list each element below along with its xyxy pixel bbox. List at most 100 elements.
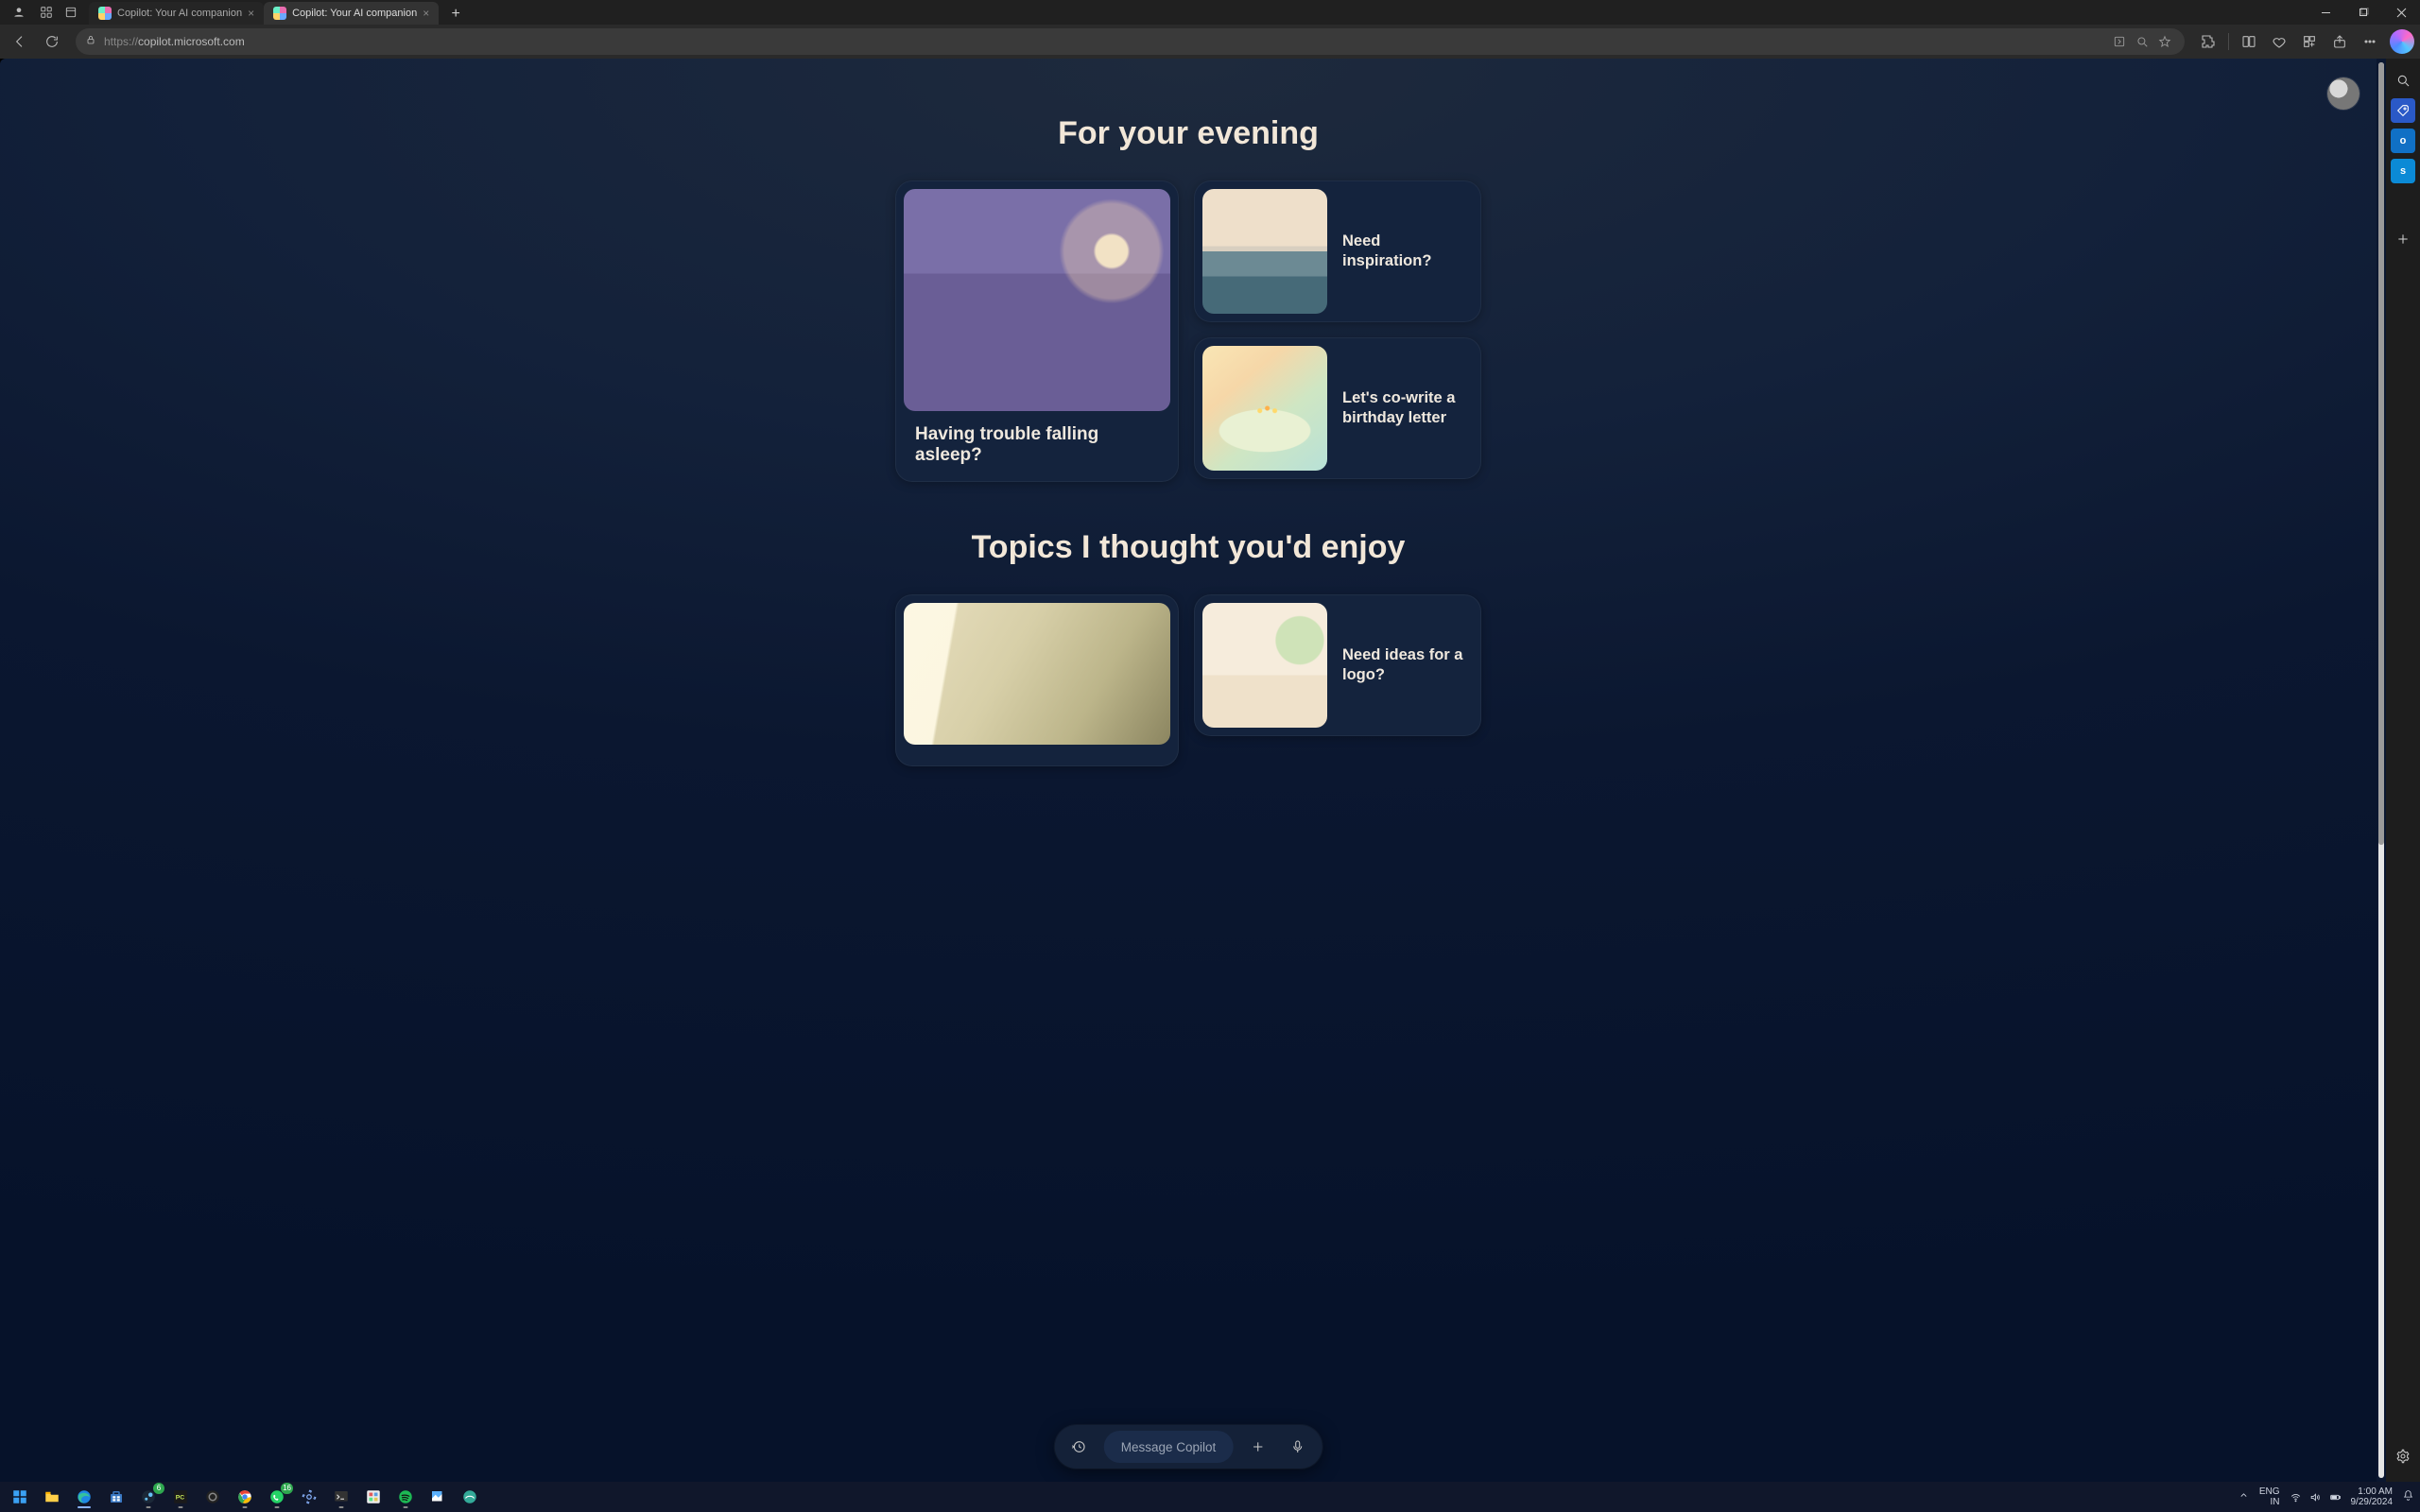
- taskbar-paint-icon[interactable]: [424, 1485, 452, 1509]
- taskbar-explorer-icon[interactable]: [38, 1485, 66, 1509]
- maximize-button[interactable]: [2344, 0, 2382, 25]
- card-topic-large[interactable]: [895, 594, 1179, 766]
- card-image-cake: [1202, 346, 1327, 471]
- taskbar-terminal-icon[interactable]: [327, 1485, 355, 1509]
- mic-icon[interactable]: [1282, 1432, 1312, 1462]
- share-icon[interactable]: [2325, 27, 2354, 56]
- card-title: Having trouble falling asleep?: [904, 424, 1170, 466]
- page-content: For your evening Having trouble falling …: [0, 59, 2377, 1482]
- sidebar-outlook-icon[interactable]: o: [2391, 129, 2415, 153]
- edge-sidebar: o s: [2386, 59, 2420, 1482]
- taskbar-app2-icon[interactable]: [456, 1485, 484, 1509]
- separator: [2228, 33, 2229, 50]
- close-window-button[interactable]: [2382, 0, 2420, 25]
- open-app-icon[interactable]: [2109, 31, 2130, 52]
- language-indicator[interactable]: ENG IN: [2259, 1486, 2280, 1507]
- tab-copilot-2[interactable]: Copilot: Your AI companion ×: [264, 2, 439, 25]
- tray-icons[interactable]: [2290, 1491, 2342, 1503]
- tray-overflow-icon[interactable]: [2238, 1489, 2250, 1504]
- profile-icon[interactable]: [9, 3, 28, 22]
- lock-icon[interactable]: [85, 33, 96, 50]
- svg-text:PC: PC: [176, 1494, 185, 1501]
- sidebar-add-icon[interactable]: [2391, 227, 2415, 251]
- taskbar-obs-icon[interactable]: [199, 1485, 227, 1509]
- taskbar-chrome-icon[interactable]: [231, 1485, 259, 1509]
- content: For your evening Having trouble falling …: [0, 59, 2377, 766]
- tab-copilot-1[interactable]: Copilot: Your AI companion ×: [89, 2, 264, 25]
- taskbar-store-icon[interactable]: [102, 1485, 130, 1509]
- card-title: Need inspiration?: [1342, 232, 1473, 270]
- sidebar-settings-icon[interactable]: [2391, 1444, 2415, 1469]
- add-button[interactable]: [1242, 1432, 1272, 1462]
- card-inspiration[interactable]: Need inspiration?: [1194, 180, 1481, 322]
- message-placeholder: Message Copilot: [1121, 1440, 1217, 1454]
- scrollbar[interactable]: [2377, 59, 2386, 1482]
- viewport: For your evening Having trouble falling …: [0, 59, 2420, 1482]
- card-birthday[interactable]: Let's co-write a birthday letter: [1194, 337, 1481, 479]
- tab-actions-icon[interactable]: [59, 0, 83, 25]
- extensions-icon[interactable]: [2194, 27, 2222, 56]
- new-tab-button[interactable]: +: [444, 4, 467, 25]
- card-logo[interactable]: Need ideas for a logo?: [1194, 594, 1481, 736]
- card-title: Let's co-write a birthday letter: [1342, 388, 1473, 427]
- clock[interactable]: 1:00 AM 9/29/2024: [2351, 1486, 2394, 1507]
- more-menu-icon[interactable]: [2356, 27, 2384, 56]
- zoom-icon[interactable]: [2132, 31, 2152, 52]
- date-text: 9/29/2024: [2351, 1497, 2394, 1507]
- favorite-star-icon[interactable]: [2154, 31, 2175, 52]
- sidebar-search-icon[interactable]: [2391, 68, 2415, 93]
- card-image-ocean: [1202, 189, 1327, 314]
- start-button[interactable]: [6, 1485, 34, 1509]
- section-heading-2: Topics I thought you'd enjoy: [0, 529, 2377, 566]
- avatar[interactable]: [2327, 77, 2360, 110]
- sidebar-skype-icon[interactable]: s: [2391, 159, 2415, 183]
- back-button[interactable]: [6, 27, 34, 56]
- taskbar-spotify-icon[interactable]: [391, 1485, 420, 1509]
- steam-badge: 6: [153, 1483, 164, 1494]
- tab-label: Copilot: Your AI companion: [292, 8, 417, 19]
- split-screen-icon[interactable]: [2235, 27, 2263, 56]
- taskbar-whatsapp-icon[interactable]: 16: [263, 1485, 291, 1509]
- url-text: https://copilot.microsoft.com: [104, 35, 2109, 48]
- card-sleep[interactable]: Having trouble falling asleep?: [895, 180, 1179, 482]
- taskbar-settings-icon[interactable]: [295, 1485, 323, 1509]
- wifi-icon: [2290, 1491, 2302, 1503]
- url-host: copilot.microsoft.com: [138, 35, 245, 48]
- cards-column-2: Need ideas for a logo?: [1194, 594, 1481, 766]
- favorites-icon[interactable]: [2265, 27, 2293, 56]
- tab-label: Copilot: Your AI companion: [117, 8, 242, 19]
- window-controls: [2307, 0, 2420, 25]
- url-scheme: https://: [104, 35, 138, 48]
- sidebar-shopping-icon[interactable]: [2391, 98, 2415, 123]
- address-bar[interactable]: https://copilot.microsoft.com: [76, 28, 2185, 55]
- taskbar-app1-icon[interactable]: [359, 1485, 388, 1509]
- taskbar-pycharm-icon[interactable]: PC: [166, 1485, 195, 1509]
- favicon-icon: [98, 7, 112, 20]
- card-title: Need ideas for a logo?: [1342, 645, 1473, 684]
- cards-column: Need inspiration? Let's co-write a birth…: [1194, 180, 1481, 482]
- whatsapp-badge: 16: [281, 1483, 293, 1494]
- notifications-icon[interactable]: [2402, 1489, 2414, 1504]
- refresh-button[interactable]: [38, 27, 66, 56]
- copilot-icon[interactable]: [2390, 29, 2414, 54]
- taskbar: 6 PC 16 ENG IN: [0, 1482, 2420, 1512]
- message-bar: Message Copilot: [1055, 1425, 1322, 1469]
- collections-icon[interactable]: [2295, 27, 2324, 56]
- lang-line2: IN: [2259, 1497, 2280, 1507]
- volume-icon: [2309, 1491, 2322, 1503]
- close-tab-icon[interactable]: ×: [423, 7, 429, 20]
- card-image-room: [904, 603, 1170, 745]
- minimize-button[interactable]: [2307, 0, 2344, 25]
- taskbar-steam-icon[interactable]: 6: [134, 1485, 163, 1509]
- scrollbar-thumb[interactable]: [2378, 62, 2384, 845]
- favicon-icon: [273, 7, 286, 20]
- history-icon[interactable]: [1064, 1432, 1095, 1462]
- section-heading-1: For your evening: [0, 115, 2377, 152]
- close-tab-icon[interactable]: ×: [248, 7, 254, 20]
- workspaces-icon[interactable]: [34, 0, 59, 25]
- cards-row-2: Need ideas for a logo?: [895, 594, 1481, 766]
- message-input[interactable]: Message Copilot: [1104, 1431, 1234, 1463]
- titlebar: Copilot: Your AI companion × Copilot: Yo…: [0, 0, 2420, 25]
- taskbar-edge-icon[interactable]: [70, 1485, 98, 1509]
- address-bar-actions: [2109, 31, 2175, 52]
